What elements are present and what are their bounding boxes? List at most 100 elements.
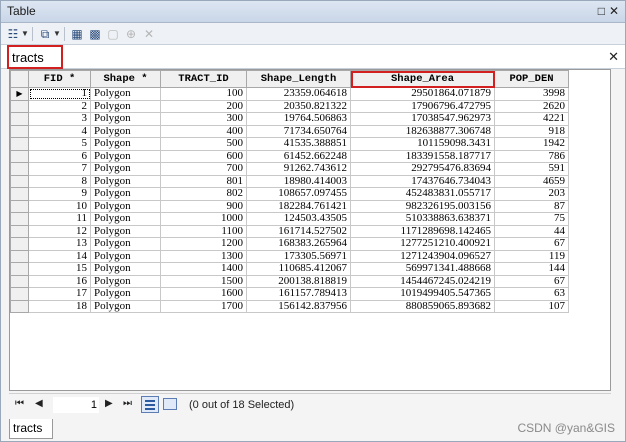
cell-tract-id[interactable]: 400 xyxy=(160,124,247,138)
current-record-input[interactable] xyxy=(53,397,99,413)
cell-tract-id[interactable]: 100 xyxy=(160,87,247,101)
delete-selected-icon[interactable]: ✕ xyxy=(141,26,157,42)
cell-fid[interactable]: 5 xyxy=(28,137,91,151)
show-all-records-button[interactable] xyxy=(141,396,159,413)
cell-fid[interactable]: 1 xyxy=(28,87,91,101)
table-row[interactable]: 5 Polygon 500 41535.388851 101159098.3431 194… xyxy=(10,137,569,151)
table-row[interactable]: 18 Polygon 1700 156142.837956 880859065.8936… xyxy=(10,299,569,313)
table-row[interactable]: 16 Polygon 1500 200138.818819 1454467245.024… xyxy=(10,274,569,288)
row-selector[interactable] xyxy=(10,262,29,276)
cell-shape[interactable]: Polygon xyxy=(90,224,161,238)
chevron-down-icon[interactable]: ▼ xyxy=(21,26,29,42)
cell-pop-den[interactable]: 75 xyxy=(494,212,569,226)
cell-tract-id[interactable]: 900 xyxy=(160,199,247,213)
cell-shape-length[interactable]: 161157.789413 xyxy=(246,287,351,301)
cell-shape-area[interactable]: 1171289698.142465 xyxy=(350,224,495,238)
cell-shape-area[interactable]: 17038547.962973 xyxy=(350,112,495,126)
cell-pop-den[interactable]: 1942 xyxy=(494,137,569,151)
cell-pop-den[interactable]: 3998 xyxy=(494,87,569,101)
cell-shape-length[interactable]: 91262.743612 xyxy=(246,162,351,176)
cell-pop-den[interactable]: 87 xyxy=(494,199,569,213)
row-selector[interactable] xyxy=(10,112,29,126)
cell-shape[interactable]: Polygon xyxy=(90,187,161,201)
row-selector[interactable] xyxy=(10,237,29,251)
cell-fid[interactable]: 15 xyxy=(28,262,91,276)
cell-tract-id[interactable]: 500 xyxy=(160,137,247,151)
row-selector[interactable] xyxy=(10,249,29,263)
cell-pop-den[interactable]: 4659 xyxy=(494,174,569,188)
row-selector[interactable] xyxy=(10,287,29,301)
cell-shape[interactable]: Polygon xyxy=(90,112,161,126)
cell-pop-den[interactable]: 119 xyxy=(494,249,569,263)
cell-shape[interactable]: Polygon xyxy=(90,249,161,263)
restore-icon[interactable]: □ xyxy=(598,4,605,18)
cell-shape-area[interactable]: 569971341.488668 xyxy=(350,262,495,276)
cell-shape-area[interactable]: 101159098.3431 xyxy=(350,137,495,151)
row-selector[interactable] xyxy=(10,299,29,313)
cell-shape-area[interactable]: 1277251210.400921 xyxy=(350,237,495,251)
cell-shape-length[interactable]: 20350.821322 xyxy=(246,99,351,113)
cell-fid[interactable]: 12 xyxy=(28,224,91,238)
cell-shape[interactable]: Polygon xyxy=(90,212,161,226)
cell-tract-id[interactable]: 1600 xyxy=(160,287,247,301)
cell-shape-area[interactable]: 982326195.003156 xyxy=(350,199,495,213)
column-header-pop-den[interactable]: POP_DEN xyxy=(494,70,569,88)
table-options-icon[interactable]: ☷ xyxy=(5,26,21,42)
row-selector[interactable] xyxy=(10,149,29,163)
show-selected-records-button[interactable] xyxy=(163,398,177,410)
row-selector[interactable] xyxy=(10,199,29,213)
table-row[interactable]: 14 Polygon 1300 173305.56971 1271243904.0965… xyxy=(10,249,569,263)
column-header-tract-id[interactable]: TRACT_ID xyxy=(160,70,247,88)
cell-shape-area[interactable]: 1454467245.024219 xyxy=(350,274,495,288)
cell-tract-id[interactable]: 1300 xyxy=(160,249,247,263)
cell-shape-length[interactable]: 19764.506863 xyxy=(246,112,351,126)
cell-shape-area[interactable]: 1019499405.547365 xyxy=(350,287,495,301)
cell-shape-length[interactable]: 61452.662248 xyxy=(246,149,351,163)
related-tables-icon[interactable]: ⧉ xyxy=(37,26,53,42)
row-selector[interactable] xyxy=(10,162,29,176)
row-selector[interactable]: ▶ xyxy=(10,87,29,101)
table-row[interactable]: 4 Polygon 400 71734.650764 182638877.306748 9… xyxy=(10,124,569,138)
chevron-down-icon[interactable]: ▼ xyxy=(53,26,61,42)
cell-pop-den[interactable]: 203 xyxy=(494,187,569,201)
table-row[interactable]: 12 Polygon 1100 161714.527502 1171289698.142… xyxy=(10,224,569,238)
cell-pop-den[interactable]: 63 xyxy=(494,287,569,301)
cell-shape-length[interactable]: 168383.265964 xyxy=(246,237,351,251)
cell-shape-area[interactable]: 510338863.638371 xyxy=(350,212,495,226)
cell-shape[interactable]: Polygon xyxy=(90,274,161,288)
cell-pop-den[interactable]: 591 xyxy=(494,162,569,176)
cell-shape-length[interactable]: 71734.650764 xyxy=(246,124,351,138)
cell-fid[interactable]: 16 xyxy=(28,274,91,288)
table-row[interactable]: ▶ 1 Polygon 100 23359.064618 29501864.071879 3… xyxy=(10,87,569,101)
table-row[interactable]: 3 Polygon 300 19764.506863 17038547.962973 42… xyxy=(10,112,569,126)
table-row[interactable]: 9 Polygon 802 108657.097455 452483831.055717… xyxy=(10,187,569,201)
column-header-shape[interactable]: Shape * xyxy=(90,70,161,88)
row-selector[interactable] xyxy=(10,187,29,201)
cell-shape[interactable]: Polygon xyxy=(90,174,161,188)
cell-shape-length[interactable]: 173305.56971 xyxy=(246,249,351,263)
cell-shape-length[interactable]: 110685.412067 xyxy=(246,262,351,276)
table-row[interactable]: 15 Polygon 1400 110685.412067 569971341.4886… xyxy=(10,262,569,276)
row-selector[interactable] xyxy=(10,124,29,138)
cell-shape-length[interactable]: 41535.388851 xyxy=(246,137,351,151)
cell-shape-length[interactable]: 23359.064618 xyxy=(246,87,351,101)
table-row[interactable]: 6 Polygon 600 61452.662248 183391558.187717 7… xyxy=(10,149,569,163)
cell-tract-id[interactable]: 1100 xyxy=(160,224,247,238)
cell-pop-den[interactable]: 918 xyxy=(494,124,569,138)
cell-tract-id[interactable]: 1500 xyxy=(160,274,247,288)
cell-pop-den[interactable]: 67 xyxy=(494,274,569,288)
cell-fid[interactable]: 6 xyxy=(28,149,91,163)
table-row[interactable]: 7 Polygon 700 91262.743612 292795476.83694 59… xyxy=(10,162,569,176)
previous-record-icon[interactable]: ◀ xyxy=(35,398,43,409)
cell-fid[interactable]: 10 xyxy=(28,199,91,213)
cell-shape-area[interactable]: 1271243904.096527 xyxy=(350,249,495,263)
cell-tract-id[interactable]: 1000 xyxy=(160,212,247,226)
cell-shape-length[interactable]: 200138.818819 xyxy=(246,274,351,288)
cell-fid[interactable]: 8 xyxy=(28,174,91,188)
cell-shape-area[interactable]: 17906796.472795 xyxy=(350,99,495,113)
cell-tract-id[interactable]: 700 xyxy=(160,162,247,176)
cell-tract-id[interactable]: 1700 xyxy=(160,299,247,313)
clear-selection-icon[interactable]: ▢ xyxy=(105,26,121,42)
row-selector[interactable] xyxy=(10,224,29,238)
zoom-to-selected-icon[interactable]: ⊕ xyxy=(123,26,139,42)
